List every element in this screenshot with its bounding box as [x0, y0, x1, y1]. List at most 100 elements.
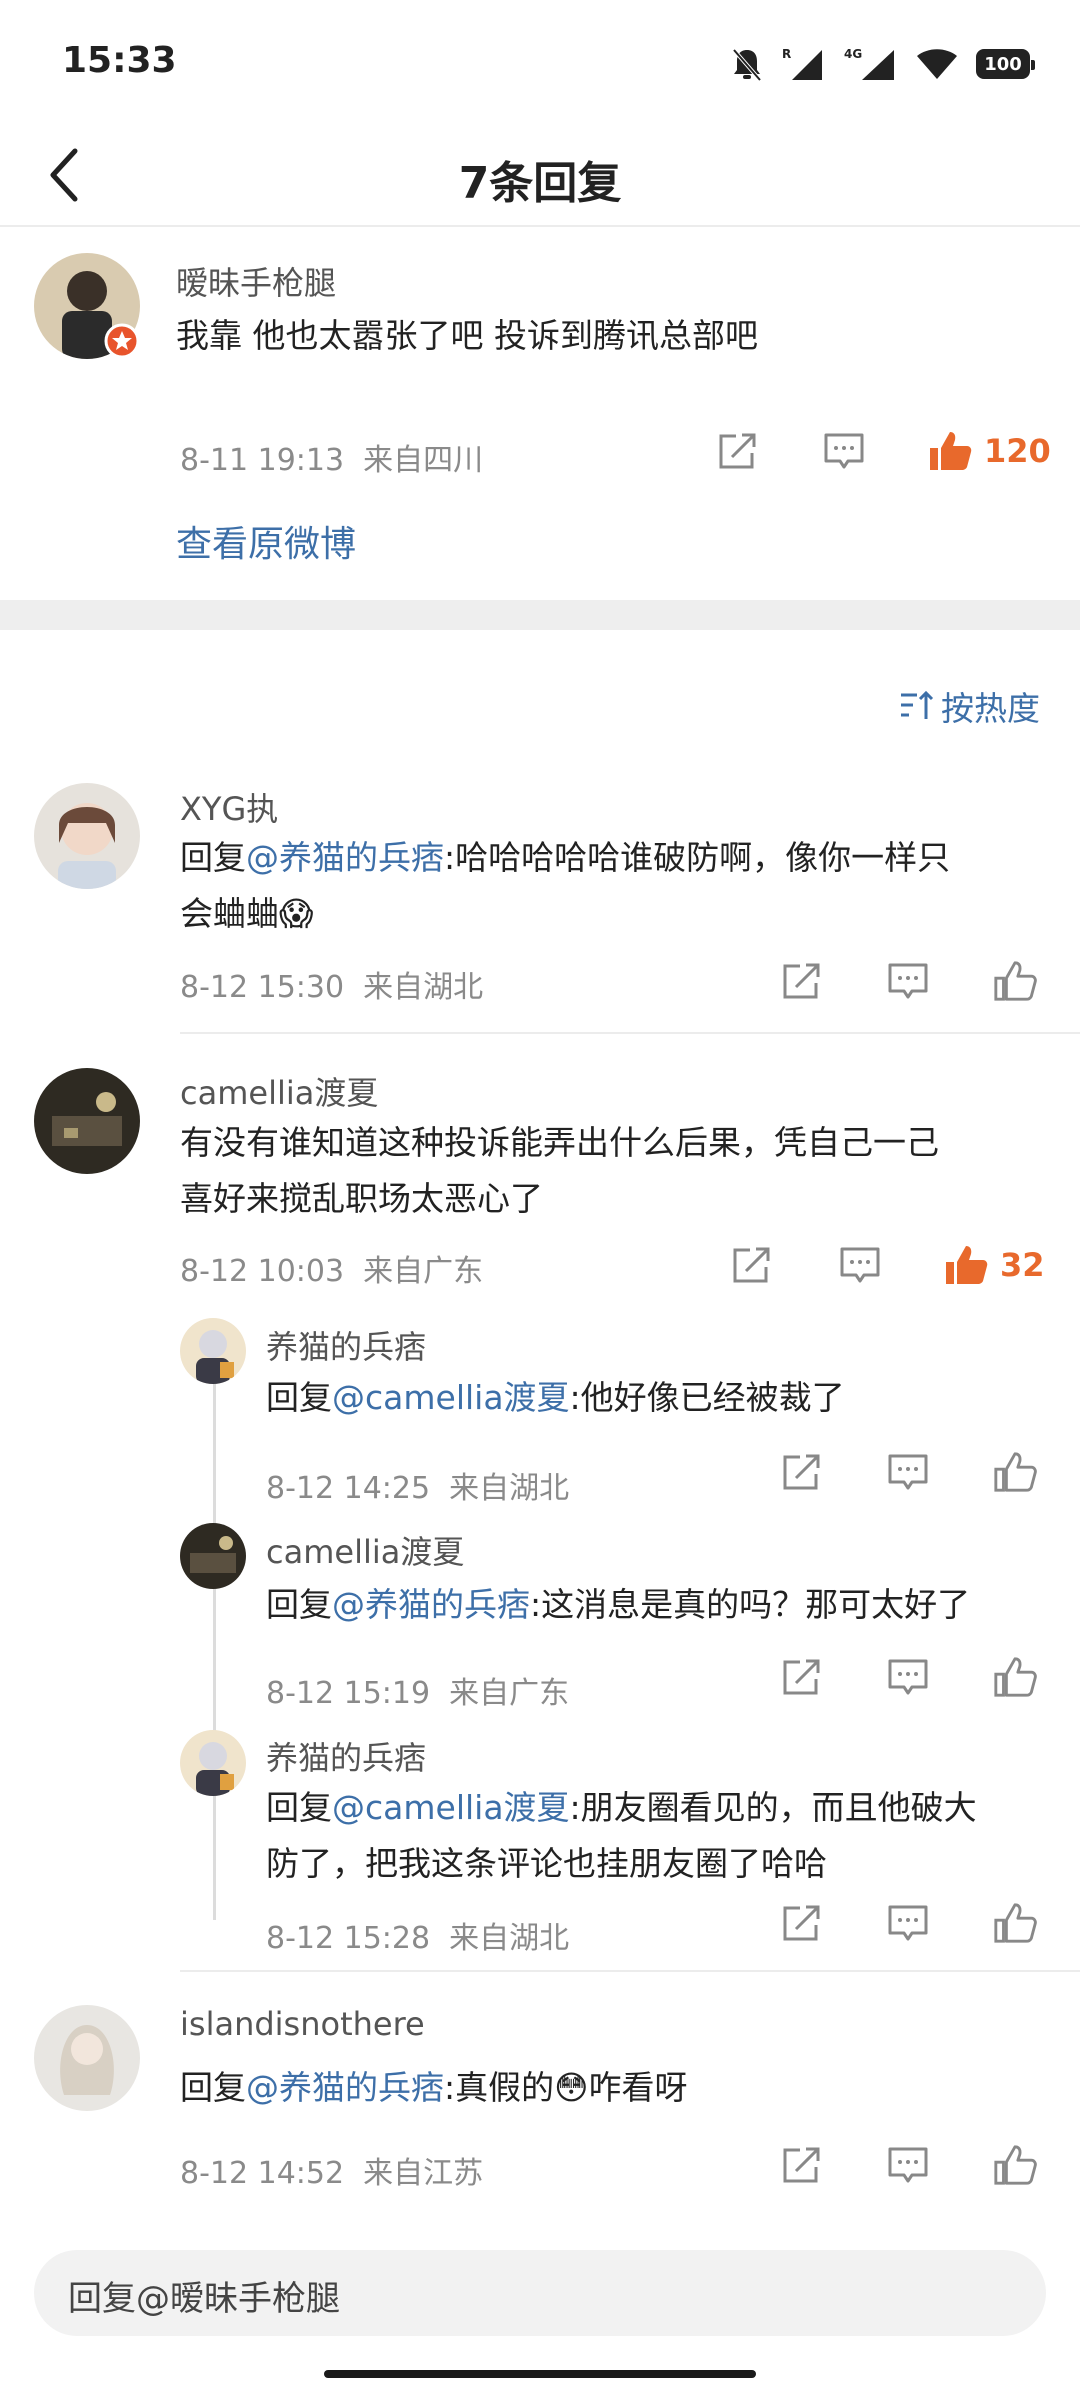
mention-link[interactable]: @养猫的兵痞 [246, 838, 444, 877]
sort-label: 按热度 [941, 689, 1040, 728]
thumbs-up-icon [994, 2145, 1037, 2185]
thumbs-up-icon [994, 961, 1037, 1001]
comment-button[interactable] [838, 1245, 882, 1285]
home-indicator[interactable] [324, 2370, 756, 2378]
mention-link[interactable]: @camellia渡夏 [332, 1378, 570, 1417]
sort-toggle[interactable]: 按热度 [899, 682, 1040, 730]
avatar[interactable] [34, 783, 140, 889]
comment-icon [824, 433, 864, 469]
like-button[interactable]: 32 [942, 1242, 1045, 1288]
like-button[interactable] [992, 1900, 1038, 1946]
comment-text: 我靠 他也太嚣张了吧 投诉到腾讯总部吧 [176, 316, 758, 355]
comment-username[interactable]: 暧昧手枪腿 [176, 258, 336, 304]
comment-button[interactable] [886, 961, 930, 1001]
signal-4g-icon: 4G [844, 47, 894, 80]
comment-username[interactable]: 养猫的兵痞 [266, 1322, 426, 1368]
comment-meta: 8-12 14:52 来自江苏 [180, 2148, 483, 2192]
comment-username[interactable]: camellia渡夏 [266, 1527, 464, 1573]
avatar[interactable] [180, 1523, 246, 1589]
comment-location: 来自四川 [363, 443, 484, 478]
comment-divider [180, 1970, 1080, 1972]
status-bar: 15:33 R 4G 100 [0, 0, 1080, 125]
comment-meta: 8-12 10:03 来自广东 [180, 1246, 483, 1290]
signal-r-icon: R [782, 47, 822, 80]
comment-text: 回复@养猫的兵痞:这消息是真的吗？那可太好了 [266, 1577, 1066, 1633]
reply-input[interactable]: 回复@暧昧手枪腿 [34, 2250, 1046, 2336]
section-divider [0, 600, 1080, 630]
comment-time: 8-12 15:30 [180, 970, 345, 1005]
avatar-image [180, 1730, 246, 1796]
avatar[interactable] [180, 1730, 246, 1796]
comment-username[interactable]: XYG执 [180, 784, 278, 830]
thumbs-up-icon [994, 1903, 1037, 1943]
avatar-image [180, 1523, 246, 1589]
emoji: 😱 [279, 894, 314, 933]
comment-text-part: :真假的 [444, 2068, 555, 2107]
header-divider [0, 225, 1080, 227]
comment-meta: 8-12 14:25 来自湖北 [266, 1463, 569, 1507]
thumbs-up-icon [930, 432, 972, 470]
comment-location: 来自湖北 [449, 1921, 570, 1956]
like-button[interactable] [992, 2142, 1038, 2188]
reply-prefix: 回复 [180, 2068, 246, 2107]
thumbs-up-icon [946, 1246, 988, 1284]
comment-meta: 8-12 15:19 来自广东 [266, 1668, 569, 1712]
comment-divider [180, 1032, 1080, 1034]
battery-level: 100 [984, 53, 1022, 75]
comment-username[interactable]: camellia渡夏 [180, 1068, 378, 1114]
verified-badge-icon [104, 323, 140, 359]
avatar-image [34, 2005, 140, 2111]
status-icons: R 4G 100 [730, 44, 1035, 84]
share-button[interactable] [730, 1245, 774, 1285]
battery-icon: 100 [976, 49, 1035, 79]
comment-text-part: 喜好来搅乱职场太恶心了 [180, 1179, 543, 1218]
avatar[interactable] [180, 1318, 246, 1384]
like-button[interactable] [992, 958, 1038, 1004]
reply-prefix: 回复 [266, 1788, 332, 1827]
mention-link[interactable]: @养猫的兵痞 [332, 1585, 530, 1624]
comment-time: 8-11 19:13 [180, 443, 345, 478]
comment-location: 来自湖北 [363, 970, 484, 1005]
share-button[interactable] [780, 961, 824, 1001]
like-button[interactable]: 120 [926, 428, 1051, 474]
mention-link[interactable]: @camellia渡夏 [332, 1788, 570, 1827]
comment-text-part: :哈哈哈哈哈谁破防啊，像你一样只 [444, 838, 951, 877]
wifi-icon [917, 49, 957, 79]
share-icon [783, 1454, 820, 1490]
comment-icon [888, 1454, 928, 1490]
like-count: 32 [1000, 1246, 1045, 1284]
comment-time: 8-12 15:19 [266, 1676, 431, 1711]
comment-button[interactable] [886, 1452, 930, 1492]
share-button[interactable] [716, 431, 760, 471]
svg-text:R: R [782, 47, 791, 61]
comment-text: 回复@养猫的兵痞:真假的😳咋看呀 [180, 2060, 1040, 2116]
avatar[interactable] [34, 1068, 140, 1174]
like-button[interactable] [992, 1654, 1038, 1700]
thumbs-up-icon [994, 1452, 1037, 1492]
avatar-image [180, 1318, 246, 1384]
comment-username[interactable]: 养猫的兵痞 [266, 1733, 426, 1779]
comment-meta: 8-12 15:28 来自湖北 [266, 1913, 569, 1957]
share-button[interactable] [780, 2145, 824, 2185]
comment-meta: 8-12 15:30 来自湖北 [180, 962, 483, 1006]
share-button[interactable] [780, 1903, 824, 1943]
mention-link[interactable]: @养猫的兵痞 [246, 2068, 444, 2107]
comment-button[interactable] [886, 1657, 930, 1697]
comment-username[interactable]: islandisnothere [180, 2005, 425, 2043]
emoji: 😳 [554, 2068, 589, 2107]
view-original-link[interactable]: 查看原微博 [176, 515, 356, 567]
comment-button[interactable] [886, 1903, 930, 1943]
comment-button[interactable] [886, 2145, 930, 2185]
share-button[interactable] [780, 1452, 824, 1492]
mute-bell-icon [732, 48, 762, 82]
share-button[interactable] [780, 1657, 824, 1697]
avatar[interactable] [34, 2005, 140, 2111]
comment-button[interactable] [822, 431, 866, 471]
like-count: 120 [984, 432, 1051, 470]
comment-location: 来自广东 [363, 1254, 484, 1289]
sort-icon [901, 690, 934, 719]
share-icon [783, 1905, 820, 1941]
reply-prefix: 回复 [266, 1378, 332, 1417]
like-button[interactable] [992, 1449, 1038, 1495]
comment-text-part: :这消息是真的吗？那可太好了 [530, 1585, 971, 1624]
